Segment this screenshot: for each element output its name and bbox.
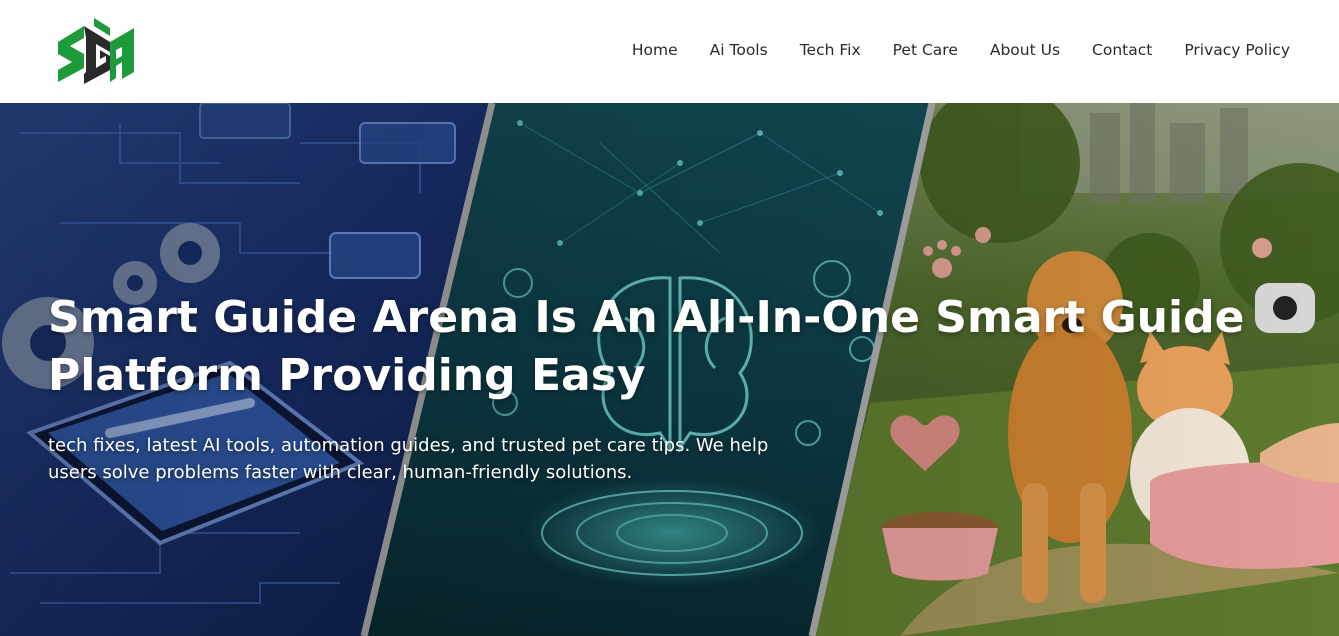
- nav-tech-fix[interactable]: Tech Fix: [800, 40, 861, 60]
- hero-title: Smart Guide Arena Is An All-In-One Smart…: [48, 292, 1245, 401]
- site-logo[interactable]: [54, 16, 136, 84]
- hero-subtitle: tech fixes, latest AI tools, automation …: [48, 435, 769, 483]
- nav-about-us[interactable]: About Us: [990, 40, 1060, 60]
- nav-ai-tools[interactable]: Ai Tools: [710, 40, 768, 60]
- sga-logo-icon: [58, 18, 134, 84]
- nav-home[interactable]: Home: [632, 40, 678, 60]
- nav-contact[interactable]: Contact: [1092, 40, 1152, 60]
- nav-privacy-policy[interactable]: Privacy Policy: [1184, 40, 1290, 60]
- main-nav: Home Ai Tools Tech Fix Pet Care About Us…: [632, 40, 1290, 60]
- nav-pet-care[interactable]: Pet Care: [893, 40, 958, 60]
- site-header: Home Ai Tools Tech Fix Pet Care About Us…: [0, 0, 1339, 103]
- hero-banner: Smart Guide Arena Is An All-In-One Smart…: [0, 103, 1339, 636]
